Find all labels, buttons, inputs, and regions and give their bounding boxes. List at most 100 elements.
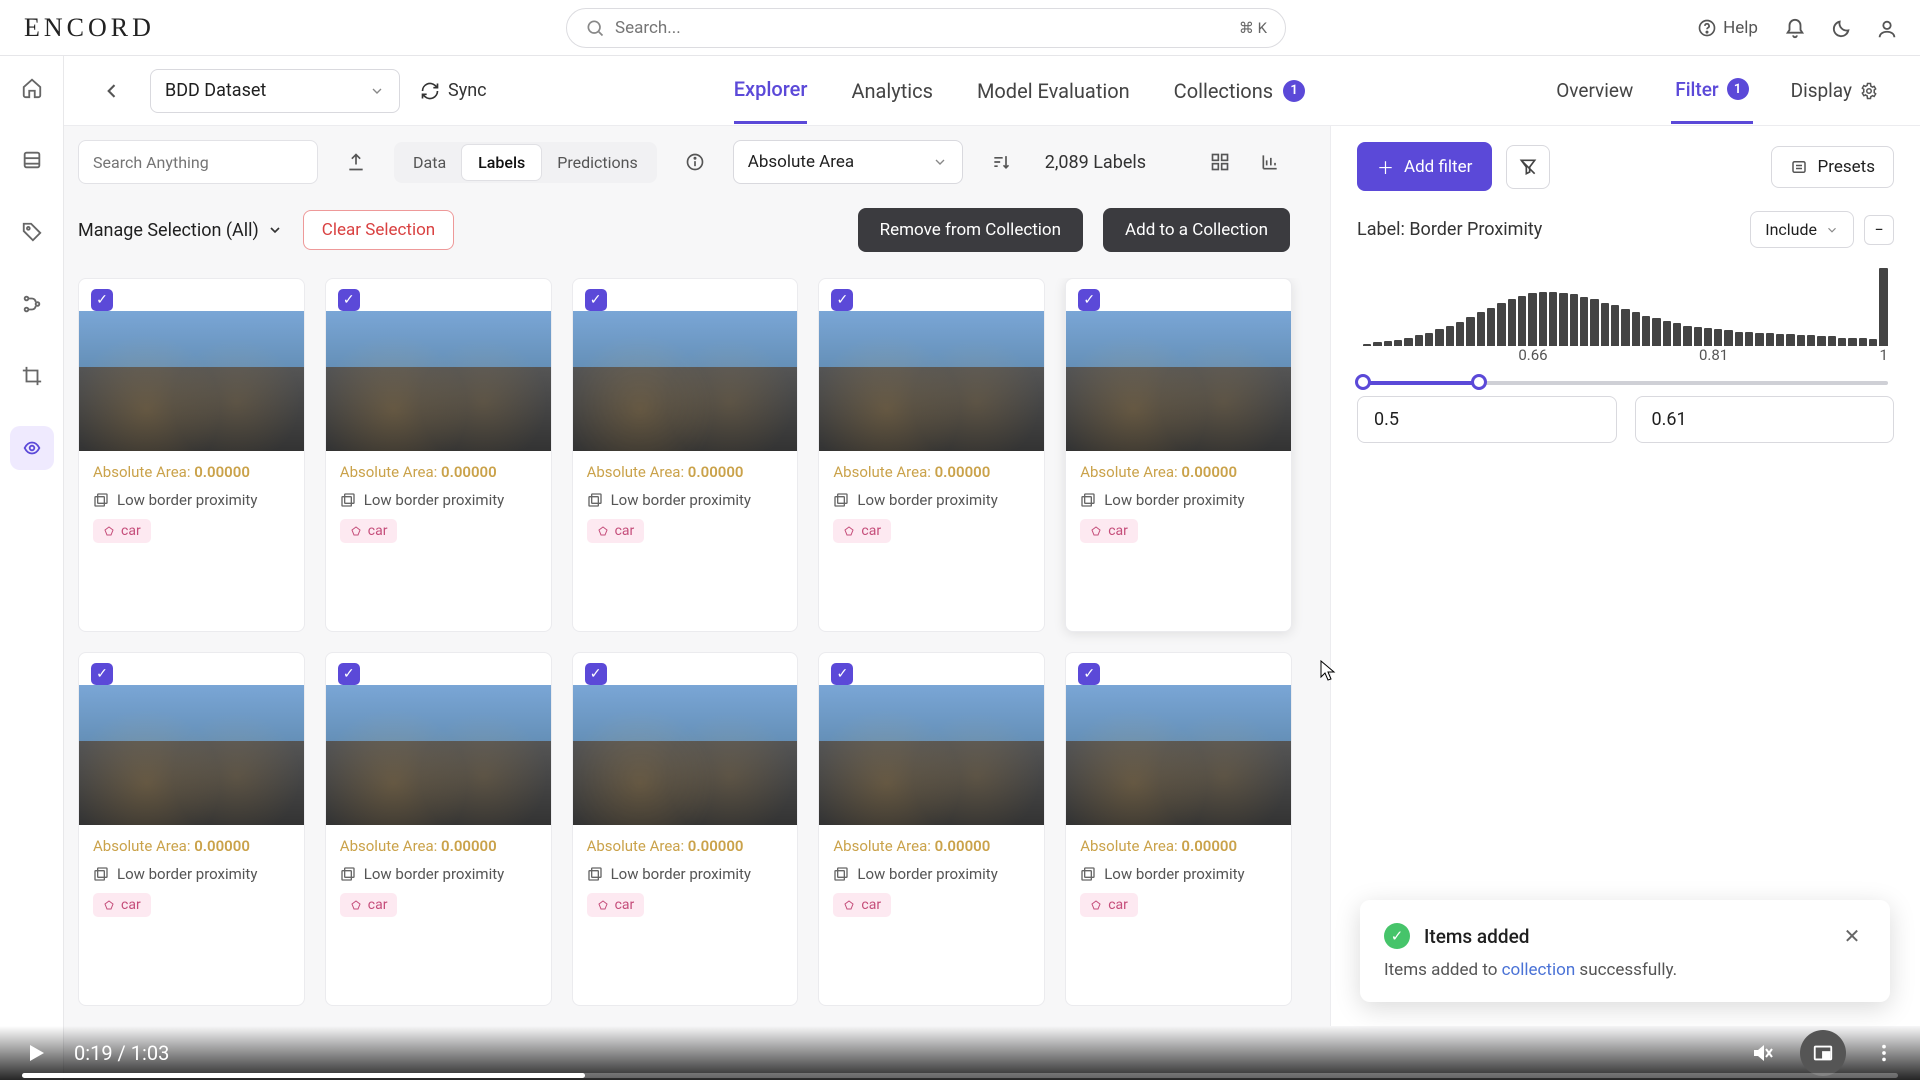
search-anything[interactable] (78, 140, 318, 184)
card-thumbnail[interactable] (79, 685, 304, 825)
rail-data[interactable] (10, 138, 54, 182)
grid-view-button[interactable] (1200, 142, 1240, 182)
tab-collections[interactable]: Collections1 (1174, 57, 1305, 124)
rtab-display[interactable]: Display (1787, 58, 1882, 124)
card-checkbox[interactable]: ✓ (831, 663, 853, 685)
filter-badge: 1 (1727, 78, 1749, 100)
card-checkbox[interactable]: ✓ (831, 289, 853, 311)
card-checkbox[interactable]: ✓ (91, 663, 113, 685)
tab-explorer-label: Explorer (734, 77, 808, 101)
polygon-icon (103, 899, 115, 911)
seg-predictions[interactable]: Predictions (541, 145, 653, 180)
rail-branch[interactable] (10, 282, 54, 326)
moon-icon[interactable] (1830, 18, 1850, 38)
hist-bar (1745, 332, 1753, 346)
seg-labels[interactable]: Labels (462, 145, 541, 180)
result-card[interactable]: ✓ Absolute Area: 0.00000 Low border prox… (818, 278, 1045, 632)
card-thumbnail[interactable] (79, 311, 304, 451)
card-checkbox[interactable]: ✓ (1078, 663, 1100, 685)
rtab-filter[interactable]: Filter1 (1671, 58, 1752, 124)
tab-model-evaluation[interactable]: Model Evaluation (977, 57, 1130, 124)
toast-close[interactable]: ✕ (1838, 922, 1866, 950)
toast-link[interactable]: collection (1502, 960, 1576, 980)
card-checkbox[interactable]: ✓ (585, 289, 607, 311)
add-filter-button[interactable]: ＋ Add filter (1357, 142, 1492, 191)
range-max-input[interactable]: 0.61 (1635, 396, 1895, 443)
info-button[interactable] (675, 142, 715, 182)
pip-button[interactable] (1800, 1030, 1846, 1076)
card-checkbox[interactable]: ✓ (91, 289, 113, 311)
card-thumbnail[interactable] (326, 311, 551, 451)
collections-badge: 1 (1283, 80, 1305, 102)
card-thumbnail[interactable] (573, 311, 798, 451)
sort-select[interactable]: Absolute Area (733, 140, 963, 184)
result-card[interactable]: ✓ Absolute Area: 0.00000 Low border prox… (325, 278, 552, 632)
back-button[interactable] (94, 73, 130, 109)
card-thumbnail[interactable] (819, 685, 1044, 825)
card-thumbnail[interactable] (1066, 311, 1291, 451)
more-button[interactable] (1870, 1039, 1898, 1067)
bell-icon[interactable] (1784, 18, 1804, 38)
card-checkbox[interactable]: ✓ (338, 289, 360, 311)
results-grid[interactable]: ✓ Absolute Area: 0.00000 Low border prox… (78, 278, 1310, 1026)
card-meta: Absolute Area: 0.00000 Low border proxim… (573, 825, 798, 931)
card-thumbnail[interactable] (819, 311, 1044, 451)
rtab-overview[interactable]: Overview (1552, 58, 1637, 124)
user-icon[interactable] (1876, 18, 1896, 38)
presets-button[interactable]: Presets (1771, 146, 1894, 188)
result-card[interactable]: ✓ Absolute Area: 0.00000 Low border prox… (572, 652, 799, 1006)
rail-explore[interactable] (10, 426, 54, 470)
range-min-input[interactable]: 0.5 (1357, 396, 1617, 443)
video-progress[interactable] (22, 1073, 1898, 1078)
dataset-select[interactable]: BDD Dataset (150, 69, 400, 113)
card-thumbnail[interactable] (326, 685, 551, 825)
slider-handle-max[interactable] (1471, 374, 1487, 390)
hist-bar (1435, 329, 1443, 346)
manage-selection[interactable]: Manage Selection (All) (78, 220, 283, 241)
label-count: 2,089 Labels (1045, 152, 1146, 173)
rail-home[interactable] (10, 66, 54, 110)
toast-header: ✓ Items added ✕ (1384, 922, 1866, 950)
global-search-input[interactable] (615, 18, 1229, 38)
hist-bar (1807, 335, 1815, 346)
chart-view-button[interactable] (1250, 142, 1290, 182)
global-search[interactable]: ⌘ K (566, 8, 1286, 48)
play-button[interactable] (22, 1039, 50, 1067)
search-anything-input[interactable] (93, 153, 303, 172)
slider-handle-min[interactable] (1355, 374, 1371, 390)
topbar: ENCORD ⌘ K Help (0, 0, 1920, 56)
tab-explorer[interactable]: Explorer (734, 57, 808, 124)
card-checkbox[interactable]: ✓ (1078, 289, 1100, 311)
help-button[interactable]: Help (1697, 18, 1758, 38)
tab-analytics[interactable]: Analytics (851, 57, 933, 124)
remove-from-collection-button[interactable]: Remove from Collection (858, 208, 1083, 252)
remove-filter-button[interactable]: − (1864, 215, 1894, 245)
result-card[interactable]: ✓ Absolute Area: 0.00000 Low border prox… (325, 652, 552, 1006)
card-thumbnail[interactable] (1066, 685, 1291, 825)
rail-crop[interactable] (10, 354, 54, 398)
result-card[interactable]: ✓ Absolute Area: 0.00000 Low border prox… (1065, 278, 1292, 632)
mute-button[interactable] (1748, 1039, 1776, 1067)
result-card[interactable]: ✓ Absolute Area: 0.00000 Low border prox… (78, 278, 305, 632)
result-card[interactable]: ✓ Absolute Area: 0.00000 Low border prox… (818, 652, 1045, 1006)
card-checkbox[interactable]: ✓ (585, 663, 607, 685)
result-card[interactable]: ✓ Absolute Area: 0.00000 Low border prox… (78, 652, 305, 1006)
result-card[interactable]: ✓ Absolute Area: 0.00000 Low border prox… (572, 278, 799, 632)
filter-header: Label: Border Proximity Include − (1357, 211, 1894, 248)
card-thumbnail[interactable] (573, 685, 798, 825)
rail-labels[interactable] (10, 210, 54, 254)
add-to-collection-button[interactable]: Add to a Collection (1103, 208, 1290, 252)
card-checkbox[interactable]: ✓ (338, 663, 360, 685)
clear-filters-button[interactable] (1506, 145, 1550, 189)
card-meta: Absolute Area: 0.00000 Low border proxim… (326, 825, 551, 931)
range-slider[interactable] (1363, 376, 1888, 390)
result-card[interactable]: ✓ Absolute Area: 0.00000 Low border prox… (1065, 652, 1292, 1006)
clear-selection-button[interactable]: Clear Selection (303, 210, 454, 250)
sort-direction-button[interactable] (981, 142, 1021, 182)
sync-button[interactable]: Sync (420, 80, 487, 101)
upload-button[interactable] (336, 142, 376, 182)
histogram-block: . 0.66 0.81 1 0.5 0.61 (1357, 268, 1894, 443)
help-icon (1697, 18, 1717, 38)
include-select[interactable]: Include (1750, 211, 1854, 248)
seg-data[interactable]: Data (397, 145, 462, 180)
